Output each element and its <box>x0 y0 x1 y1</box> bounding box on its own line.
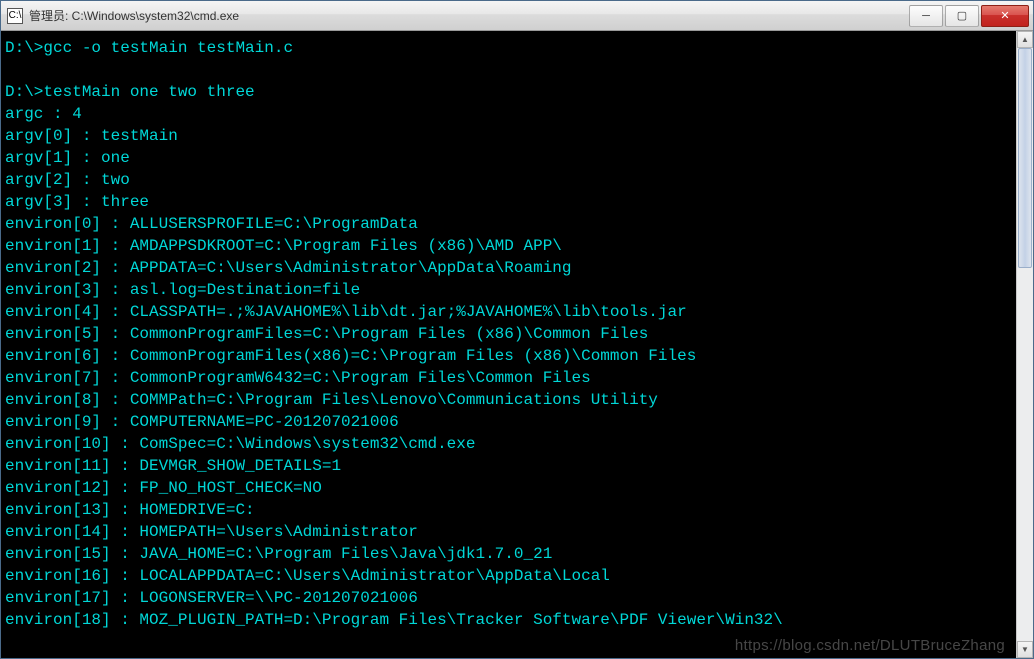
terminal-line: environ[2] : APPDATA=C:\Users\Administra… <box>5 257 1016 279</box>
scroll-thumb[interactable] <box>1018 48 1032 268</box>
terminal-line: environ[9] : COMPUTERNAME=PC-20120702100… <box>5 411 1016 433</box>
terminal-line: environ[15] : JAVA_HOME=C:\Program Files… <box>5 543 1016 565</box>
scroll-up-button[interactable]: ▲ <box>1017 31 1033 48</box>
terminal-line: environ[18] : MOZ_PLUGIN_PATH=D:\Program… <box>5 609 1016 631</box>
vertical-scrollbar[interactable]: ▲ ▼ <box>1016 31 1033 658</box>
minimize-button[interactable]: ─ <box>909 5 943 27</box>
terminal-line: environ[1] : AMDAPPSDKROOT=C:\Program Fi… <box>5 235 1016 257</box>
terminal-line: environ[11] : DEVMGR_SHOW_DETAILS=1 <box>5 455 1016 477</box>
terminal-area: D:\>gcc -o testMain testMain.c D:\>testMa… <box>1 31 1033 658</box>
terminal-line: argv[0] : testMain <box>5 125 1016 147</box>
titlebar[interactable]: C:\ 管理员: C:\Windows\system32\cmd.exe ─ ▢… <box>1 1 1033 31</box>
terminal-line: environ[3] : asl.log=Destination=file <box>5 279 1016 301</box>
terminal-line: environ[4] : CLASSPATH=.;%JAVAHOME%\lib\… <box>5 301 1016 323</box>
window-title: 管理员: C:\Windows\system32\cmd.exe <box>29 7 907 24</box>
close-button[interactable]: ✕ <box>981 5 1029 27</box>
terminal-line: argv[2] : two <box>5 169 1016 191</box>
app-icon: C:\ <box>7 8 23 24</box>
scroll-track[interactable] <box>1017 48 1033 641</box>
terminal-line: environ[0] : ALLUSERSPROFILE=C:\ProgramD… <box>5 213 1016 235</box>
terminal-line: environ[5] : CommonProgramFiles=C:\Progr… <box>5 323 1016 345</box>
window-controls: ─ ▢ ✕ <box>907 5 1029 27</box>
terminal-line: environ[13] : HOMEDRIVE=C: <box>5 499 1016 521</box>
terminal-line: D:\>gcc -o testMain testMain.c <box>5 37 1016 59</box>
terminal-output[interactable]: D:\>gcc -o testMain testMain.c D:\>testMa… <box>1 31 1016 658</box>
terminal-line: environ[6] : CommonProgramFiles(x86)=C:\… <box>5 345 1016 367</box>
terminal-line: environ[14] : HOMEPATH=\Users\Administra… <box>5 521 1016 543</box>
terminal-line: environ[17] : LOGONSERVER=\\PC-201207021… <box>5 587 1016 609</box>
terminal-line: environ[7] : CommonProgramW6432=C:\Progr… <box>5 367 1016 389</box>
scroll-down-button[interactable]: ▼ <box>1017 641 1033 658</box>
terminal-line: environ[8] : COMMPath=C:\Program Files\L… <box>5 389 1016 411</box>
terminal-line: environ[10] : ComSpec=C:\Windows\system3… <box>5 433 1016 455</box>
terminal-line: argv[3] : three <box>5 191 1016 213</box>
terminal-line: environ[16] : LOCALAPPDATA=C:\Users\Admi… <box>5 565 1016 587</box>
terminal-line: argv[1] : one <box>5 147 1016 169</box>
terminal-line <box>5 59 1016 81</box>
terminal-line: environ[12] : FP_NO_HOST_CHECK=NO <box>5 477 1016 499</box>
terminal-line: D:\>testMain one two three <box>5 81 1016 103</box>
terminal-line: argc : 4 <box>5 103 1016 125</box>
cmd-window: C:\ 管理员: C:\Windows\system32\cmd.exe ─ ▢… <box>0 0 1034 659</box>
maximize-button[interactable]: ▢ <box>945 5 979 27</box>
